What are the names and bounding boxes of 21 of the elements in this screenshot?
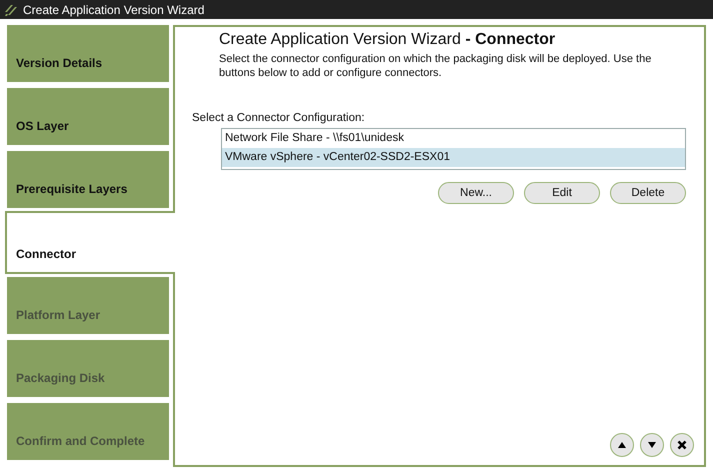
list-item[interactable]: VMware vSphere - vCenter02-SSD2-ESX01 [222,148,685,167]
down-button[interactable] [640,433,664,457]
close-button[interactable] [670,433,694,457]
action-button[interactable]: Delete [610,182,686,204]
stripes-icon [5,4,17,16]
wizard-step[interactable]: Version Details [7,25,169,82]
wizard-step[interactable]: Connector [5,211,175,274]
list-label: Select a Connector Configuration: [192,112,366,124]
window-title: Create Application Version Wizard [23,2,204,16]
connector-list[interactable]: Network File Share - \\fs01\unidesk VMware vSphere - vCenter02-SSD2-ESX01 [221,128,686,170]
triangle-up-icon [617,441,627,449]
triangle-down-icon [647,441,657,449]
list-item[interactable]: Network File Share - \\fs01\unidesk [222,129,685,148]
wizard-step[interactable]: OS Layer [7,88,169,145]
wizard-step[interactable]: Prerequisite Layers [7,151,169,208]
action-button[interactable]: New... [438,182,514,204]
page-heading: Create Application Version Wizard - Connector [219,31,556,49]
action-button[interactable]: Edit [524,182,600,204]
description-text: Select the connector configuration on which the packaging disk will be deployed. Use the buttons below to add or configure connectors. [219,52,652,80]
up-button[interactable] [610,433,634,457]
close-icon [677,440,687,450]
